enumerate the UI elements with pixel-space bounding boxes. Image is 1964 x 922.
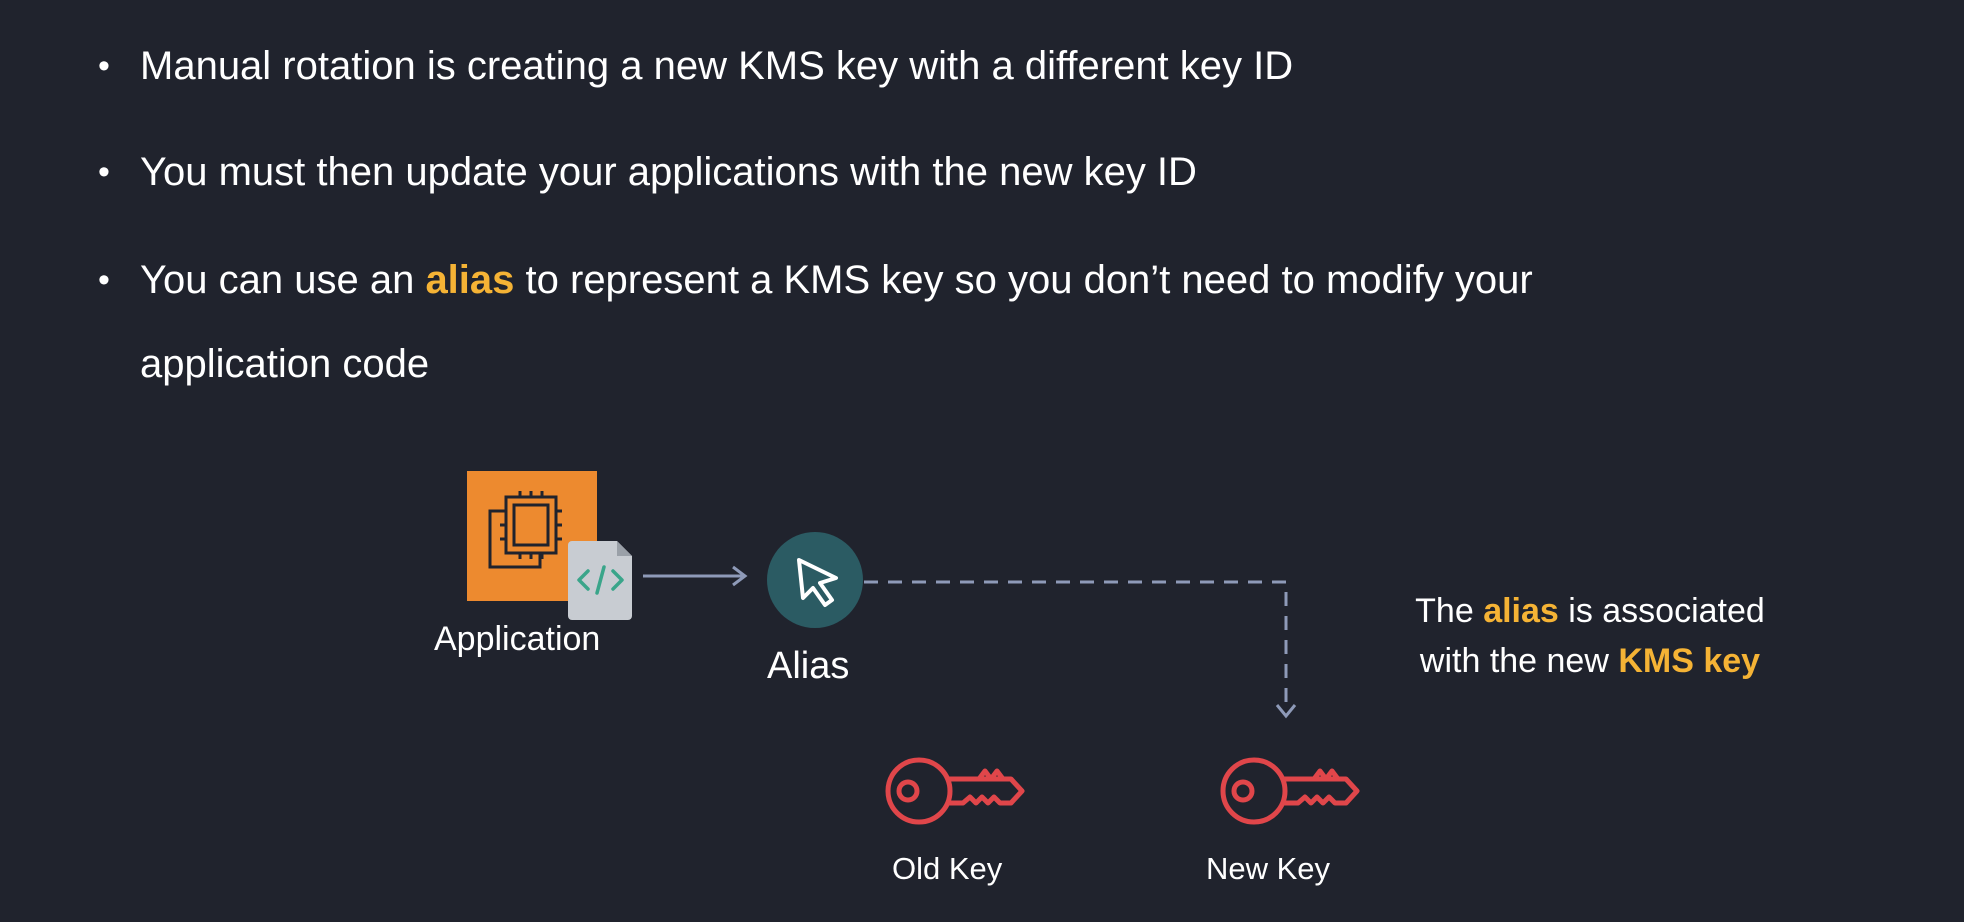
note-text: The (1415, 592, 1484, 630)
note-text: is associated (1558, 592, 1765, 630)
alias-note: The alias is associated with the new KMS… (1380, 586, 1800, 686)
application-icon (467, 471, 632, 620)
alias-label: Alias (767, 645, 850, 687)
key-rotation-diagram: Application Alias Old Key New Key The al… (0, 0, 1964, 922)
new-key-label: New Key (1206, 851, 1331, 886)
alias-to-new-key-connector (864, 580, 1297, 719)
old-key-icon (885, 757, 1025, 825)
application-to-alias-arrow (643, 565, 748, 587)
note-alias-highlight: alias (1483, 592, 1559, 630)
note-text: with the new (1419, 642, 1619, 680)
alias-cursor-icon (767, 532, 863, 628)
diagram-canvas (467, 471, 1360, 825)
new-key-icon (1220, 757, 1360, 825)
note-kms-key-highlight: KMS key (1618, 642, 1761, 680)
old-key-label: Old Key (892, 851, 1003, 886)
application-label: Application (434, 620, 601, 658)
